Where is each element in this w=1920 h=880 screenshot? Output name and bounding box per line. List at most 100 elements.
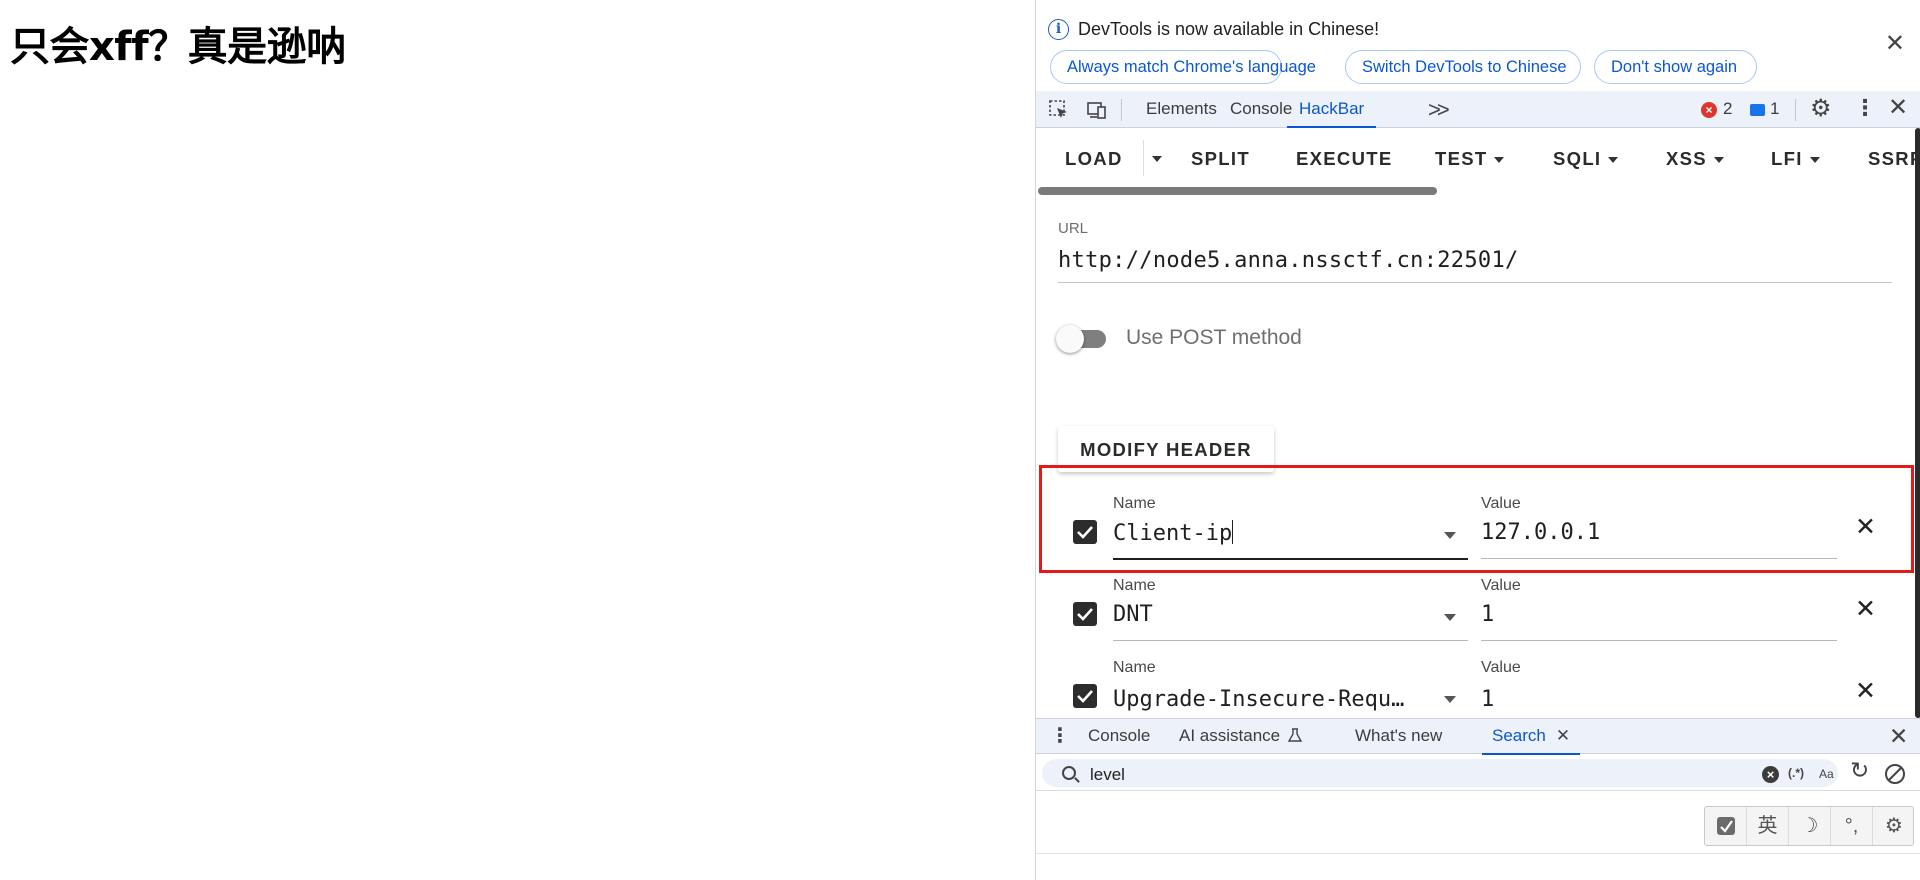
header-value-input[interactable]: 1: [1481, 602, 1494, 627]
more-tabs-icon[interactable]: >>: [1428, 97, 1450, 123]
xss-menu-button[interactable]: XSS: [1666, 148, 1724, 170]
chevron-down-icon[interactable]: [1444, 696, 1456, 703]
sqli-menu-button[interactable]: SQLI: [1553, 148, 1619, 170]
info-icon: i: [1048, 19, 1069, 40]
search-input[interactable]: level: [1090, 765, 1125, 785]
url-underline: [1058, 282, 1892, 283]
xss-label: XSS: [1666, 148, 1707, 169]
header-enabled-checkbox[interactable]: [1073, 602, 1097, 626]
tab-elements[interactable]: Elements: [1146, 91, 1217, 128]
split-button[interactable]: SPLIT: [1191, 148, 1250, 170]
device-toolbar-icon[interactable]: [1086, 99, 1108, 121]
lfi-label: LFI: [1771, 148, 1803, 169]
lfi-menu-button[interactable]: LFI: [1771, 148, 1820, 170]
experiment-flask-icon: [1287, 728, 1303, 742]
ai-assistance-label: AI assistance: [1179, 726, 1281, 745]
clear-search-icon[interactable]: ×: [1762, 766, 1779, 783]
chevron-down-icon: [1809, 157, 1820, 164]
drawer-tab-search[interactable]: Search ✕: [1482, 719, 1581, 755]
remove-header-icon[interactable]: ✕: [1855, 679, 1876, 704]
chevron-down-icon: [1608, 157, 1619, 164]
tab-console[interactable]: Console: [1230, 91, 1292, 128]
check-icon: [1077, 608, 1093, 621]
header-enabled-checkbox[interactable]: [1073, 684, 1097, 708]
ssrf-menu-button[interactable]: SSRF: [1868, 148, 1920, 170]
chevron-down-icon[interactable]: [1444, 614, 1456, 621]
hackbar-toolbar: LOAD SPLIT EXECUTE TEST SQLI XSS LFI SSR…: [1036, 128, 1920, 190]
toolbar-separator: [1121, 99, 1122, 121]
message-count[interactable]: 1: [1770, 99, 1779, 119]
header-name-label: Name: [1113, 577, 1156, 594]
sqli-label: SQLI: [1553, 148, 1602, 169]
ime-logo-icon[interactable]: [1705, 807, 1747, 845]
header-row: Name Client-ip Value 127.0.0.1 ✕: [1036, 483, 1920, 563]
search-tab-label: Search: [1492, 726, 1546, 745]
header-value-input[interactable]: 127.0.0.1: [1481, 520, 1600, 545]
toolbar-separator: [1795, 99, 1796, 121]
ime-language-toggle[interactable]: 英: [1747, 807, 1789, 845]
header-enabled-checkbox[interactable]: [1073, 520, 1097, 544]
header-name-input[interactable]: Client-ip: [1113, 520, 1413, 546]
remove-header-icon[interactable]: ✕: [1855, 597, 1876, 622]
header-name-text: Client-ip: [1113, 521, 1233, 546]
match-case-toggle[interactable]: Aa: [1819, 767, 1834, 781]
drawer-tab-console[interactable]: Console: [1088, 719, 1150, 755]
close-infobar-icon[interactable]: ✕: [1885, 32, 1905, 56]
moon-icon[interactable]: ☽: [1789, 807, 1831, 845]
language-infobar: i DevTools is now available in Chinese! …: [1036, 0, 1920, 90]
drawer-menu-icon[interactable]: ⋮: [1050, 723, 1070, 748]
message-icon[interactable]: [1750, 104, 1765, 116]
test-label: TEST: [1435, 148, 1488, 169]
header-name-input[interactable]: Upgrade-Insecure-Requ…: [1113, 687, 1413, 712]
close-drawer-icon[interactable]: ✕: [1889, 723, 1908, 750]
check-icon: [1077, 690, 1093, 703]
devtools-panel: i DevTools is now available in Chinese! …: [1035, 0, 1920, 880]
test-menu-button[interactable]: TEST: [1435, 148, 1505, 170]
ime-settings-gear-icon[interactable]: ⚙: [1873, 807, 1915, 845]
dont-show-again-button[interactable]: Don't show again: [1594, 50, 1757, 84]
error-count[interactable]: 2: [1723, 99, 1732, 119]
load-dropdown-icon[interactable]: [1152, 156, 1162, 162]
header-value-input[interactable]: 1: [1481, 687, 1494, 712]
load-divider: [1143, 140, 1144, 176]
check-icon: [1077, 526, 1093, 539]
chevron-down-icon[interactable]: [1444, 532, 1456, 539]
search-toolbar: level × (.*) Aa ↻: [1036, 755, 1920, 791]
toolbar-horizontal-scrollbar[interactable]: [1038, 187, 1437, 195]
post-method-toggle-knob[interactable]: [1056, 325, 1084, 353]
header-name-label: Name: [1113, 495, 1156, 512]
always-match-language-button[interactable]: Always match Chrome's language: [1050, 50, 1316, 84]
text-cursor: [1232, 520, 1234, 544]
settings-gear-icon[interactable]: ⚙: [1810, 96, 1832, 122]
clear-results-icon[interactable]: [1885, 764, 1905, 784]
vertical-scrollbar[interactable]: [1915, 128, 1920, 718]
error-icon[interactable]: ×: [1701, 102, 1717, 118]
drawer-divider: [1036, 853, 1920, 854]
header-name-input[interactable]: DNT: [1113, 602, 1413, 627]
header-name-underline: [1113, 640, 1468, 641]
customize-menu-icon[interactable]: ⋮: [1854, 95, 1876, 121]
close-search-tab-icon[interactable]: ✕: [1556, 726, 1570, 745]
switch-to-chinese-button[interactable]: Switch DevTools to Chinese: [1345, 50, 1581, 84]
post-method-label: Use POST method: [1126, 326, 1302, 349]
header-value-underline: [1481, 558, 1837, 559]
devtools-tabbar: Elements Console HackBar >> × 2 1 ⚙ ⋮ ✕: [1036, 91, 1920, 128]
header-name-underline: [1113, 558, 1468, 560]
drawer-tab-whats-new[interactable]: What's new: [1355, 719, 1442, 755]
refresh-icon[interactable]: ↻: [1850, 757, 1869, 784]
remove-header-icon[interactable]: ✕: [1855, 515, 1876, 540]
close-devtools-icon[interactable]: ✕: [1888, 95, 1908, 121]
execute-button[interactable]: EXECUTE: [1296, 148, 1392, 170]
modify-header-button[interactable]: MODIFY HEADER: [1058, 426, 1274, 472]
tab-hackbar[interactable]: HackBar: [1287, 91, 1377, 128]
search-field[interactable]: level × (.*) Aa: [1042, 759, 1838, 787]
drawer-tab-ai-assistance[interactable]: AI assistance: [1179, 719, 1303, 755]
inspect-element-icon[interactable]: [1048, 99, 1070, 121]
header-value-underline: [1481, 640, 1837, 641]
header-value-label: Value: [1481, 577, 1521, 594]
punctuation-icon[interactable]: °,: [1831, 807, 1873, 845]
header-name-label: Name: [1113, 659, 1156, 676]
load-button[interactable]: LOAD: [1065, 148, 1123, 170]
url-input[interactable]: http://node5.anna.nssctf.cn:22501/: [1058, 248, 1519, 273]
regex-toggle[interactable]: (.*): [1788, 766, 1804, 780]
